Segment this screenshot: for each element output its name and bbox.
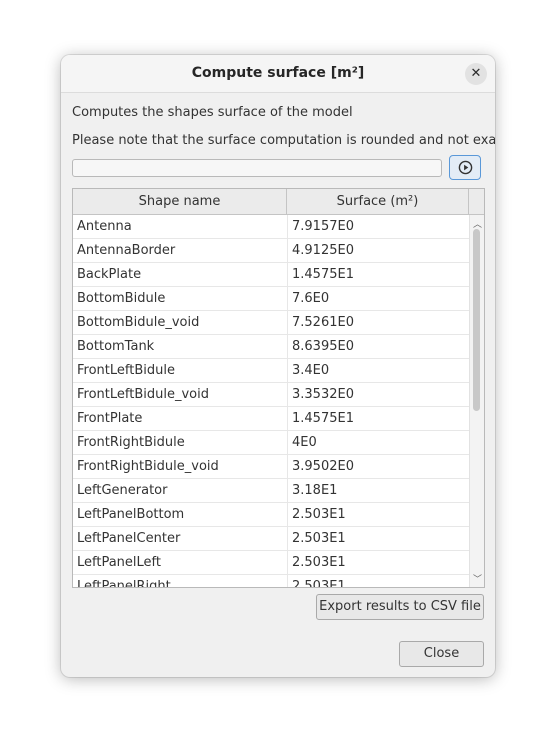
surface-cell: 7.5261E0 <box>287 311 467 334</box>
table-row[interactable]: FrontLeftBidule_void 3.3532E0 <box>73 383 469 407</box>
table-row[interactable]: LeftPanelLeft 2.503E1 <box>73 551 469 575</box>
table-row[interactable]: Antenna 7.9157E0 <box>73 215 469 239</box>
surface-cell: 7.6E0 <box>287 287 467 310</box>
shape-name-cell: LeftGenerator <box>77 483 168 498</box>
table-row[interactable]: FrontPlate 1.4575E1 <box>73 407 469 431</box>
scrollbar-thumb[interactable] <box>473 229 480 411</box>
surface-cell: 2.503E1 <box>287 527 467 550</box>
table-row[interactable]: LeftPanelRight 2.503E1 <box>73 575 469 587</box>
shape-name-cell: FrontLeftBidule_void <box>77 387 209 402</box>
surface-cell: 4.9125E0 <box>287 239 467 262</box>
shape-name-cell: LeftPanelLeft <box>77 555 161 570</box>
table-row[interactable]: FrontRightBidule_void 3.9502E0 <box>73 455 469 479</box>
table-row[interactable]: FrontRightBidule 4E0 <box>73 431 469 455</box>
description-text: Computes the shapes surface of the model <box>72 105 353 120</box>
play-circle-icon <box>458 160 473 175</box>
close-button[interactable]: Close <box>399 641 484 667</box>
table-row[interactable]: FrontLeftBidule 3.4E0 <box>73 359 469 383</box>
surface-cell: 4E0 <box>287 431 467 454</box>
surface-cell: 3.3532E0 <box>287 383 467 406</box>
run-button[interactable] <box>449 155 481 180</box>
shape-name-cell: FrontLeftBidule <box>77 363 175 378</box>
shape-name-cell: BottomBidule_void <box>77 315 200 330</box>
scroll-up-icon[interactable]: ︿ <box>473 217 482 230</box>
table-row[interactable]: BottomTank 8.6395E0 <box>73 335 469 359</box>
surface-cell: 1.4575E1 <box>287 407 467 430</box>
shape-name-cell: LeftPanelRight <box>77 579 171 587</box>
surface-cell: 3.18E1 <box>287 479 467 502</box>
shape-name-cell: Antenna <box>77 219 132 234</box>
shape-name-cell: FrontRightBidule <box>77 435 185 450</box>
table-row[interactable]: LeftGenerator 3.18E1 <box>73 479 469 503</box>
vertical-scrollbar[interactable]: ︿ ﹀ <box>469 215 484 587</box>
shape-name-cell: BottomBidule <box>77 291 166 306</box>
surface-cell: 2.503E1 <box>287 575 467 587</box>
title-bar[interactable]: Compute surface [m²] ✕ <box>61 55 495 93</box>
progress-bar <box>72 159 442 177</box>
table-body: Antenna 7.9157E0 AntennaBorder 4.9125E0 Back… <box>73 215 469 587</box>
table-header: Shape name Surface (m²) <box>73 189 484 215</box>
table-row[interactable]: LeftPanelBottom 2.503E1 <box>73 503 469 527</box>
surface-cell: 2.503E1 <box>287 503 467 526</box>
dialog-title: Compute surface [m²] <box>191 65 365 81</box>
results-table: Shape name Surface (m²) Antenna 7.9157E0 A… <box>72 188 485 588</box>
shape-name-cell: BackPlate <box>77 267 142 282</box>
surface-cell: 2.503E1 <box>287 551 467 574</box>
shape-name-cell: FrontPlate <box>77 411 143 426</box>
compute-surface-dialog: Compute surface [m²] ✕ Computes the shap… <box>61 55 495 677</box>
surface-cell: 8.6395E0 <box>287 335 467 358</box>
column-header-surface[interactable]: Surface (m²) <box>287 189 469 214</box>
surface-cell: 7.9157E0 <box>287 215 467 238</box>
surface-cell: 3.4E0 <box>287 359 467 382</box>
table-row[interactable]: BackPlate 1.4575E1 <box>73 263 469 287</box>
note-text: Please note that the surface computation… <box>72 133 495 148</box>
table-row[interactable]: BottomBidule 7.6E0 <box>73 287 469 311</box>
shape-name-cell: LeftPanelBottom <box>77 507 185 522</box>
shape-name-cell: LeftPanelCenter <box>77 531 181 546</box>
scroll-down-icon[interactable]: ﹀ <box>473 572 482 585</box>
shape-name-cell: AntennaBorder <box>77 243 176 258</box>
surface-cell: 1.4575E1 <box>287 263 467 286</box>
table-row[interactable]: LeftPanelCenter 2.503E1 <box>73 527 469 551</box>
shape-name-cell: BottomTank <box>77 339 155 354</box>
table-row[interactable]: AntennaBorder 4.9125E0 <box>73 239 469 263</box>
column-header-shape-name[interactable]: Shape name <box>73 189 287 214</box>
column-header-filler <box>469 189 484 214</box>
export-csv-button[interactable]: Export results to CSV file <box>316 594 484 620</box>
surface-cell: 3.9502E0 <box>287 455 467 478</box>
shape-name-cell: FrontRightBidule_void <box>77 459 219 474</box>
table-row[interactable]: BottomBidule_void 7.5261E0 <box>73 311 469 335</box>
close-icon[interactable]: ✕ <box>465 63 487 85</box>
